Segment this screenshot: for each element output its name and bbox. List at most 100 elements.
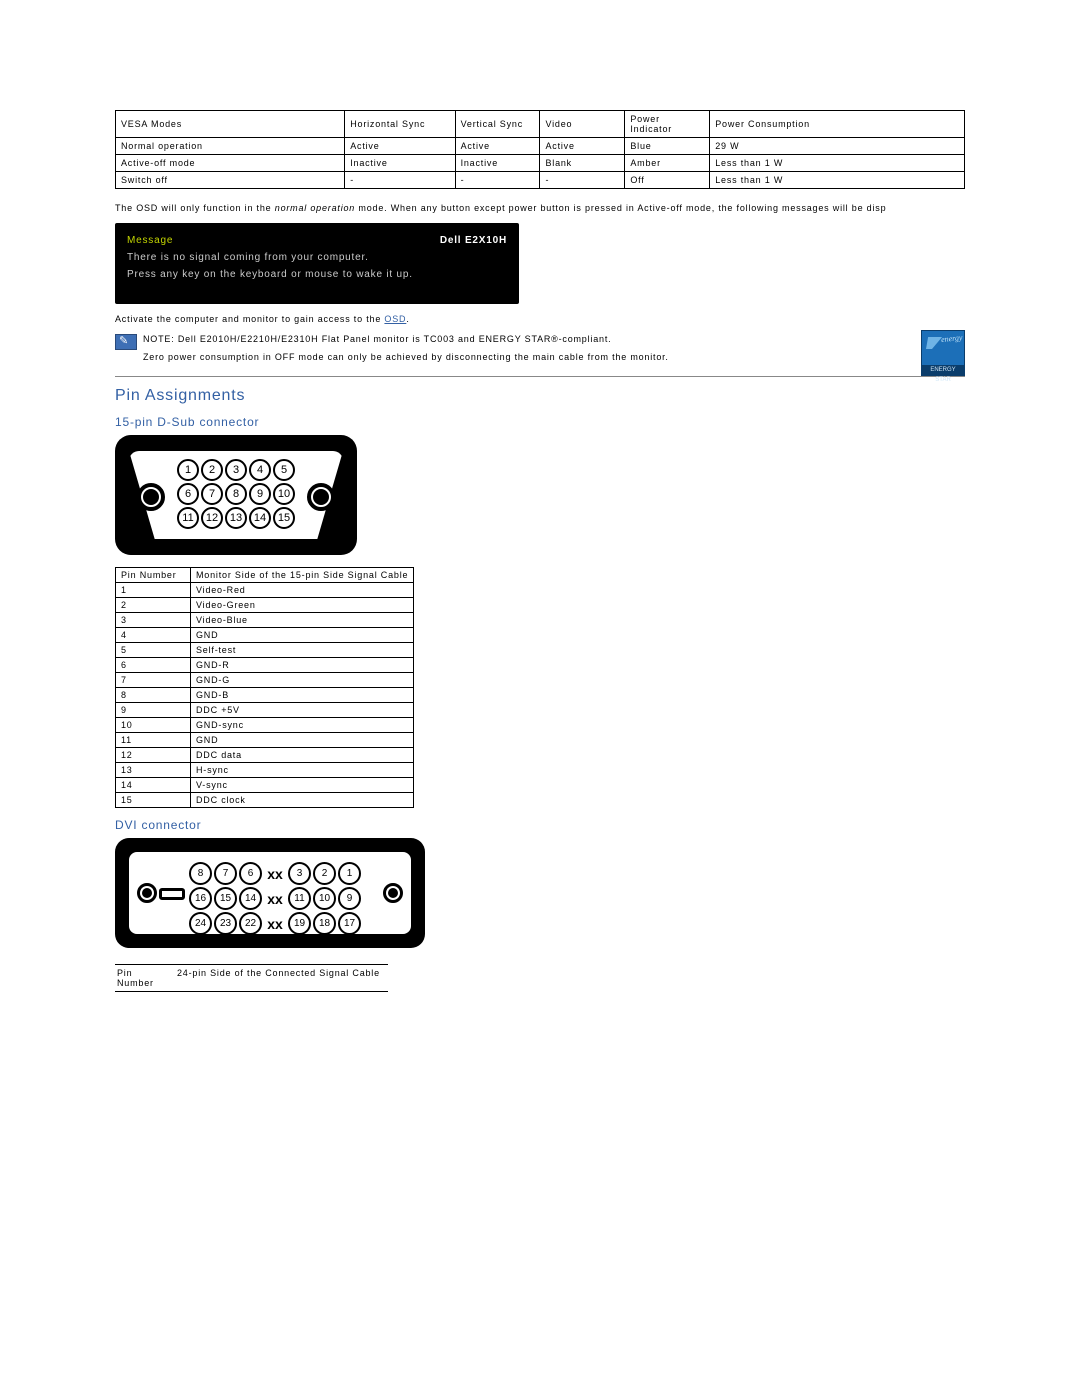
pin: 7	[214, 862, 237, 885]
cell: Video-Red	[191, 583, 414, 598]
col-pin-number: Pin Number	[116, 568, 191, 583]
pin: 14	[249, 507, 271, 529]
col-video: Video	[540, 111, 625, 138]
pin: 4	[249, 459, 271, 481]
pin: 11	[288, 887, 311, 910]
cell: 12	[116, 748, 191, 763]
text: The OSD will only function in the	[115, 203, 275, 213]
cell: Less than 1 W	[710, 155, 965, 172]
activate-text: Activate the computer and monitor to gai…	[115, 314, 965, 324]
col-vsync: Vertical Sync	[455, 111, 540, 138]
pin: 13	[225, 507, 247, 529]
pin: 6	[177, 483, 199, 505]
cell: 2	[116, 598, 191, 613]
pin: 24	[189, 912, 212, 935]
pin: 8	[225, 483, 247, 505]
cell: -	[540, 172, 625, 189]
cell: 4	[116, 628, 191, 643]
cell: 29 W	[710, 138, 965, 155]
cell: Active	[345, 138, 455, 155]
col-pin-number: Pin Number	[115, 965, 175, 992]
cell: Off	[625, 172, 710, 189]
cell: 1	[116, 583, 191, 598]
cell: Video-Green	[191, 598, 414, 613]
cell: 6	[116, 658, 191, 673]
pin: 3	[288, 862, 311, 885]
table-row: 15DDC clock	[116, 793, 414, 808]
osd-message-label: Message	[127, 235, 173, 246]
table-row: 7GND-G	[116, 673, 414, 688]
cell: GND	[191, 628, 414, 643]
cell: GND	[191, 733, 414, 748]
cell: DDC data	[191, 748, 414, 763]
table-row: 14V-sync	[116, 778, 414, 793]
cell: 15	[116, 793, 191, 808]
table-row: 6GND-R	[116, 658, 414, 673]
pin: 11	[177, 507, 199, 529]
text: .	[406, 314, 409, 324]
table-header-row: VESA Modes Horizontal Sync Vertical Sync…	[116, 111, 965, 138]
col-signal: 24-pin Side of the Connected Signal Cabl…	[175, 965, 388, 992]
cell: V-sync	[191, 778, 414, 793]
pin: 19	[288, 912, 311, 935]
pin: 18	[313, 912, 336, 935]
table-row: Normal operationActiveActiveActiveBlue29…	[116, 138, 965, 155]
cell: Video-Blue	[191, 613, 414, 628]
cell: Less than 1 W	[710, 172, 965, 189]
cell: -	[345, 172, 455, 189]
table-row: 4GND	[116, 628, 414, 643]
text: Dell E2010H/E2210H/E2310H Flat Panel mon…	[178, 334, 612, 344]
note-block: NOTE: Dell E2010H/E2210H/E2310H Flat Pan…	[115, 334, 965, 362]
note-prefix: NOTE:	[143, 334, 178, 344]
table-row: 5Self-test	[116, 643, 414, 658]
energy-star-bar: ENERGY STAR	[922, 365, 964, 375]
cell: 14	[116, 778, 191, 793]
pin: 12	[201, 507, 223, 529]
cell: DDC +5V	[191, 703, 414, 718]
dvi-pin-table: Pin Number 24-pin Side of the Connected …	[115, 964, 388, 992]
cell: Amber	[625, 155, 710, 172]
cell: Normal operation	[116, 138, 345, 155]
text-emphasis: normal operation	[275, 203, 355, 213]
note-line: NOTE: Dell E2010H/E2210H/E2310H Flat Pan…	[143, 334, 965, 344]
cell: Active-off mode	[116, 155, 345, 172]
table-row: 13H-sync	[116, 763, 414, 778]
note-line: Zero power consumption in OFF mode can o…	[143, 352, 965, 362]
pin: 9	[249, 483, 271, 505]
text: mode. When any button except power butto…	[355, 203, 886, 213]
cell: -	[455, 172, 540, 189]
cell: Active	[455, 138, 540, 155]
heading-dvi: DVI connector	[115, 818, 965, 832]
table-row: 9DDC +5V	[116, 703, 414, 718]
table-row: 12DDC data	[116, 748, 414, 763]
osd-line: Press any key on the keyboard or mouse t…	[127, 269, 507, 280]
table-row: 2Video-Green	[116, 598, 414, 613]
table-row: 3Video-Blue	[116, 613, 414, 628]
cell: Inactive	[455, 155, 540, 172]
osd-link[interactable]: OSD	[384, 314, 406, 324]
cell: GND-R	[191, 658, 414, 673]
cell: Active	[540, 138, 625, 155]
vesa-modes-table: VESA Modes Horizontal Sync Vertical Sync…	[115, 110, 965, 189]
dsub-connector-diagram: 12345 678910 1112131415	[115, 435, 357, 555]
cell: 10	[116, 718, 191, 733]
pin: 10	[313, 887, 336, 910]
cell: GND-sync	[191, 718, 414, 733]
pin: 1	[177, 459, 199, 481]
table-row: 10GND-sync	[116, 718, 414, 733]
pin: 1	[338, 862, 361, 885]
table-row: Switch off---OffLess than 1 W	[116, 172, 965, 189]
osd-description: The OSD will only function in the normal…	[115, 203, 965, 213]
pin-row: 242322xx191817	[189, 912, 361, 935]
cell: Inactive	[345, 155, 455, 172]
cell: Self-test	[191, 643, 414, 658]
cell: 7	[116, 673, 191, 688]
pin: 2	[201, 459, 223, 481]
pin: 17	[338, 912, 361, 935]
pin: 2	[313, 862, 336, 885]
cell: 3	[116, 613, 191, 628]
pin: 6	[239, 862, 262, 885]
dvi-connector-diagram: 876xx321161514xx11109242322xx191817	[115, 838, 425, 948]
xx-marker: xx	[264, 891, 286, 907]
cell: 5	[116, 643, 191, 658]
